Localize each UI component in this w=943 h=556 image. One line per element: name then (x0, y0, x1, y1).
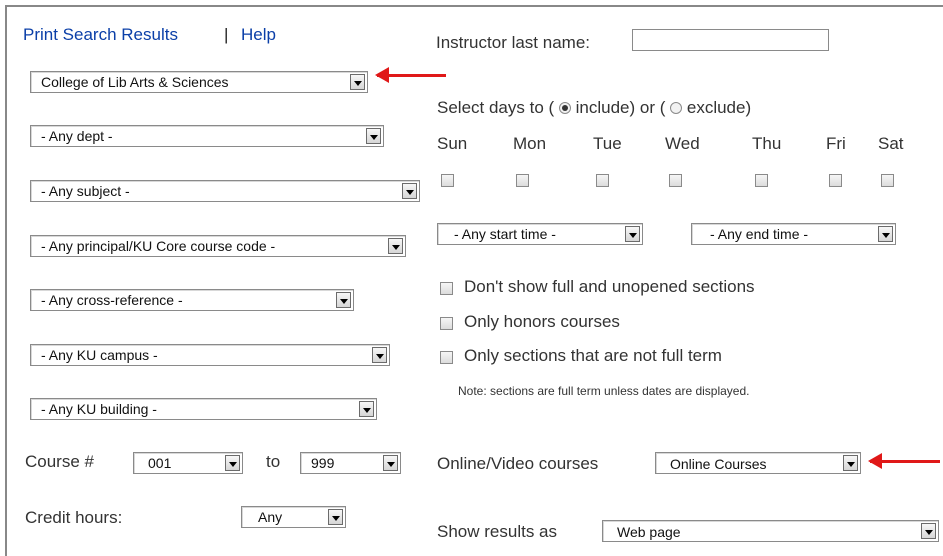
honors-only-label: Only honors courses (464, 312, 620, 331)
end-time-select[interactable]: - Any end time - (691, 223, 896, 245)
chevron-down-icon[interactable] (625, 226, 640, 242)
day-checkbox-sun[interactable] (441, 174, 454, 187)
course-to-select[interactable]: 999 (300, 452, 401, 474)
link-separator: | (224, 25, 229, 44)
course-from-select[interactable]: 001 (133, 452, 243, 474)
instructor-input[interactable] (632, 29, 829, 51)
red-arrow-icon (868, 453, 940, 469)
day-label-sat: Sat (878, 134, 904, 153)
day-checkbox-fri[interactable] (829, 174, 842, 187)
chevron-down-icon[interactable] (359, 401, 374, 417)
chevron-down-icon[interactable] (388, 238, 403, 254)
chevron-down-icon[interactable] (366, 128, 381, 144)
online-video-label: Online/Video courses (437, 454, 599, 473)
include-radio[interactable] (558, 102, 571, 114)
exclude-radio[interactable] (670, 102, 683, 114)
honors-only-checkbox[interactable] (440, 317, 453, 330)
principal-course-code-select[interactable]: - Any principal/KU Core course code - (30, 235, 406, 257)
full-term-note: Note: sections are full term unless date… (458, 384, 750, 398)
day-label-fri: Fri (826, 134, 846, 153)
dept-select[interactable]: - Any dept - (30, 125, 384, 147)
day-label-thu: Thu (752, 134, 782, 153)
days-mode-prompt: Select days to ( include) or ( exclude) (437, 98, 752, 117)
chevron-down-icon[interactable] (383, 455, 398, 471)
hide-full-sections-checkbox[interactable] (440, 282, 453, 295)
day-label-mon: Mon (513, 134, 547, 153)
course-number-label: Course # (25, 452, 94, 471)
day-label-tue: Tue (593, 134, 622, 153)
campus-select[interactable]: - Any KU campus - (30, 344, 390, 366)
subject-select[interactable]: - Any subject - (30, 180, 420, 202)
chevron-down-icon[interactable] (402, 183, 417, 199)
day-checkbox-thu[interactable] (755, 174, 768, 187)
hide-full-sections-label: Don't show full and unopened sections (464, 277, 755, 296)
chevron-down-icon[interactable] (225, 455, 240, 471)
cross-reference-select[interactable]: - Any cross-reference - (30, 289, 354, 311)
chevron-down-icon[interactable] (372, 347, 387, 363)
course-to-label: to (266, 452, 281, 471)
help-link[interactable]: Help (241, 25, 276, 45)
credit-hours-label: Credit hours: (25, 508, 123, 527)
chevron-down-icon[interactable] (336, 292, 351, 308)
chevron-down-icon[interactable] (843, 455, 858, 471)
print-search-results-link[interactable]: Print Search Results (23, 25, 178, 45)
chevron-down-icon[interactable] (878, 226, 893, 242)
start-time-select[interactable]: - Any start time - (437, 223, 643, 245)
building-select[interactable]: - Any KU building - (30, 398, 377, 420)
credit-hours-select[interactable]: Any (241, 506, 346, 528)
day-checkbox-tue[interactable] (596, 174, 609, 187)
not-full-term-checkbox[interactable] (440, 351, 453, 364)
chevron-down-icon[interactable] (921, 523, 936, 539)
day-checkbox-sat[interactable] (881, 174, 894, 187)
show-results-label: Show results as (437, 522, 557, 541)
chevron-down-icon[interactable] (328, 509, 343, 525)
chevron-down-icon[interactable] (350, 74, 365, 90)
college-select[interactable]: College of Lib Arts & Sciences (30, 71, 368, 93)
online-video-select[interactable]: Online Courses (655, 452, 861, 474)
college-select-value: College of Lib Arts & Sciences (41, 74, 229, 90)
instructor-label: Instructor last name: (436, 33, 591, 52)
day-checkbox-mon[interactable] (516, 174, 529, 187)
day-label-sun: Sun (437, 134, 468, 153)
day-checkbox-wed[interactable] (669, 174, 682, 187)
show-results-select[interactable]: Web page (602, 520, 939, 542)
red-arrow-icon (375, 67, 446, 83)
day-label-wed: Wed (665, 134, 700, 153)
not-full-term-label: Only sections that are not full term (464, 346, 722, 365)
